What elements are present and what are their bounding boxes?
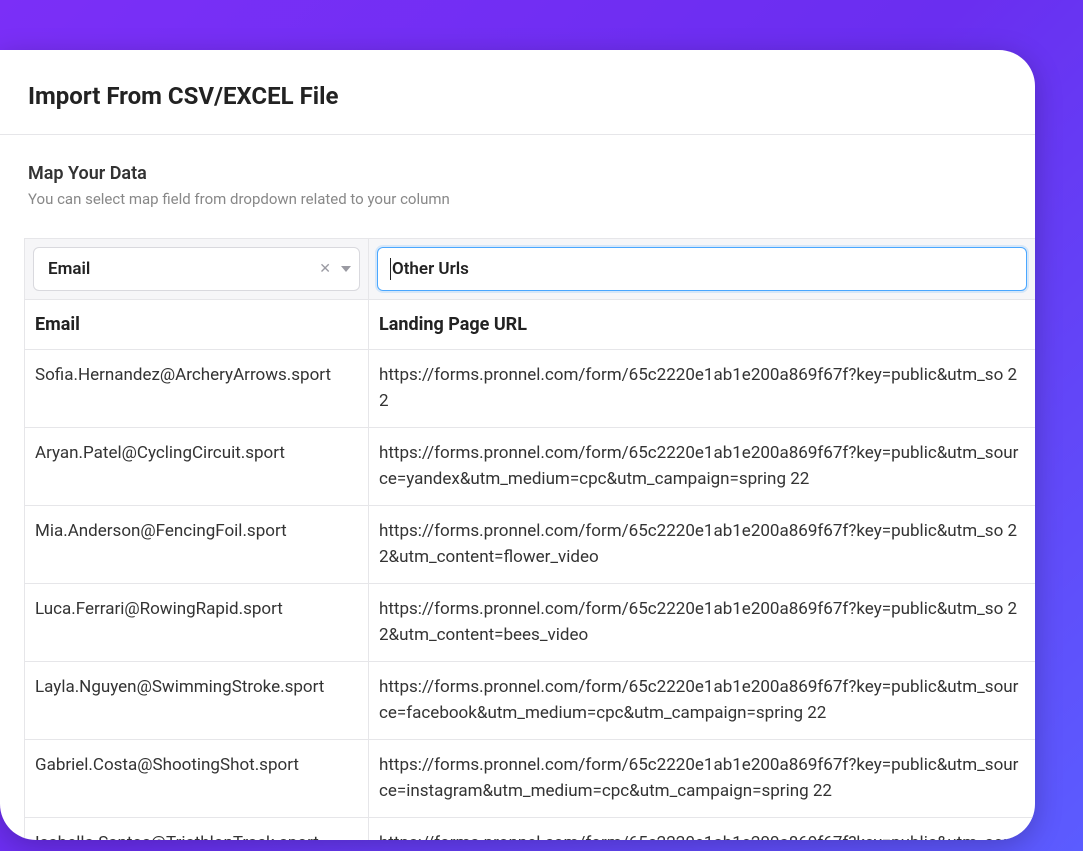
import-card: Import From CSV/EXCEL File Map Your Data… bbox=[0, 50, 1035, 840]
cell-url: https://forms.pronnel.com/form/65c2220e1… bbox=[369, 506, 1035, 583]
clear-icon[interactable]: ✕ bbox=[319, 261, 331, 277]
column-mapping-selector-email: Email ✕ bbox=[25, 239, 369, 299]
table-row: Aryan.Patel@CyclingCircuit.sporthttps://… bbox=[25, 428, 1035, 506]
column-header-url: Landing Page URL bbox=[369, 300, 1035, 349]
page-title: Import From CSV/EXCEL File bbox=[0, 82, 1035, 134]
table-row: Gabriel.Costa@ShootingShot.sporthttps://… bbox=[25, 740, 1035, 818]
table-body: Sofia.Hernandez@ArcheryArrows.sporthttps… bbox=[25, 350, 1035, 840]
cell-email: Isabella.Santos@TriathlonTrack.sport bbox=[25, 818, 369, 840]
cell-url: https://forms.pronnel.com/form/65c2220e1… bbox=[369, 350, 1035, 427]
table-row: Sofia.Hernandez@ArcheryArrows.sporthttps… bbox=[25, 350, 1035, 428]
table-row: Layla.Nguyen@SwimmingStroke.sporthttps:/… bbox=[25, 662, 1035, 740]
mapping-dropdown-label: Email bbox=[48, 259, 90, 279]
cell-url: https://forms.pronnel.com/form/65c2220e1… bbox=[369, 740, 1035, 817]
table-row: Luca.Ferrari@RowingRapid.sporthttps://fo… bbox=[25, 584, 1035, 662]
mapping-dropdown-email[interactable]: Email ✕ bbox=[33, 247, 360, 291]
cell-url: https://forms.pronnel.com/form/65c2220e1… bbox=[369, 662, 1035, 739]
cell-email: Luca.Ferrari@RowingRapid.sport bbox=[25, 584, 369, 661]
page-background: Import From CSV/EXCEL File Map Your Data… bbox=[0, 0, 1083, 851]
mapping-dropdown-url[interactable]: Other Urls bbox=[377, 247, 1027, 291]
table-header-row: Email Landing Page URL bbox=[25, 300, 1035, 350]
cell-email: Gabriel.Costa@ShootingShot.sport bbox=[25, 740, 369, 817]
column-mapping-selector-url: Other Urls bbox=[369, 239, 1035, 299]
cell-url: https://forms.pronnel.com/form/65c2220e1… bbox=[369, 584, 1035, 661]
cell-email: Sofia.Hernandez@ArcheryArrows.sport bbox=[25, 350, 369, 427]
chevron-down-icon[interactable] bbox=[341, 266, 351, 272]
mapping-dropdown-input-value: Other Urls bbox=[392, 259, 469, 279]
cell-url: https://forms.pronnel.com/form/65c2220e1… bbox=[369, 428, 1035, 505]
cell-email: Mia.Anderson@FencingFoil.sport bbox=[25, 506, 369, 583]
column-header-email: Email bbox=[25, 300, 369, 349]
text-caret bbox=[390, 258, 391, 280]
cell-email: Aryan.Patel@CyclingCircuit.sport bbox=[25, 428, 369, 505]
mapping-selector-row: Email ✕ Other Urls bbox=[25, 239, 1035, 300]
mapping-table: Email ✕ Other Urls Email Land bbox=[24, 238, 1035, 840]
table-row: Mia.Anderson@FencingFoil.sporthttps://fo… bbox=[25, 506, 1035, 584]
table-row: Isabella.Santos@TriathlonTrack.sporthttp… bbox=[25, 818, 1035, 840]
cell-email: Layla.Nguyen@SwimmingStroke.sport bbox=[25, 662, 369, 739]
section-subtitle: You can select map field from dropdown r… bbox=[0, 190, 1035, 238]
cell-url: https://forms.pronnel.com/form/65c2220e1… bbox=[369, 818, 1035, 840]
section-title: Map Your Data bbox=[0, 135, 1035, 190]
